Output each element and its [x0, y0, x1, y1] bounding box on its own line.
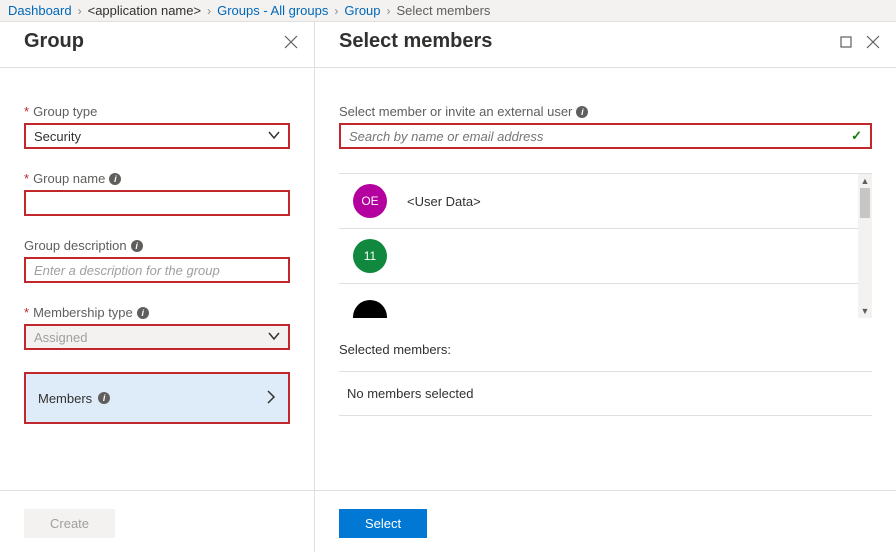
members-label: Members [38, 391, 92, 406]
avatar: 11 [353, 239, 387, 273]
info-icon[interactable]: i [131, 240, 143, 252]
member-name: <User Data> [407, 194, 481, 209]
membership-type-select[interactable]: Assigned [24, 324, 290, 350]
breadcrumb-groups[interactable]: Groups - All groups [217, 3, 328, 18]
breadcrumb-current: Select members [397, 3, 491, 18]
scroll-thumb[interactable] [860, 188, 870, 218]
membership-type-label: Membership type [33, 305, 133, 320]
group-description-input[interactable] [34, 263, 280, 278]
membership-type-value: Assigned [34, 330, 87, 345]
create-button[interactable]: Create [24, 509, 115, 538]
select-members-panel: Select members Select member or invite a… [315, 22, 896, 552]
group-name-input[interactable] [34, 196, 280, 211]
chevron-down-icon [268, 330, 280, 345]
info-icon[interactable]: i [109, 173, 121, 185]
search-label: Select member or invite an external user [339, 104, 572, 119]
group-type-value: Security [34, 129, 81, 144]
member-row[interactable]: 11 [339, 229, 872, 284]
info-icon: i [98, 392, 110, 404]
select-button[interactable]: Select [339, 509, 427, 538]
required-marker: * [24, 104, 29, 119]
member-row[interactable]: OE <User Data> [339, 174, 872, 229]
group-panel-title: Group [24, 30, 84, 53]
breadcrumb-app: <application name> [88, 3, 201, 18]
close-icon[interactable] [284, 35, 298, 49]
group-name-input-wrap [24, 190, 290, 216]
chevron-right-icon: › [387, 4, 391, 18]
group-panel: Group * Group type Security [0, 22, 315, 552]
group-panel-footer: Create [0, 490, 314, 552]
close-icon[interactable] [866, 35, 880, 49]
breadcrumb: Dashboard › <application name> › Groups … [0, 0, 896, 22]
maximize-icon[interactable] [840, 36, 852, 48]
select-members-title: Select members [339, 30, 492, 53]
breadcrumb-group[interactable]: Group [344, 3, 380, 18]
chevron-down-icon [268, 129, 280, 144]
membership-type-field: * Membership type i Assigned [24, 305, 290, 350]
scrollbar[interactable]: ▲ ▼ [858, 174, 872, 318]
chevron-right-icon: › [78, 4, 82, 18]
members-row[interactable]: Members i [24, 372, 290, 424]
member-search-input[interactable] [349, 129, 851, 144]
avatar: OE [353, 184, 387, 218]
avatar [353, 300, 387, 318]
group-type-label: Group type [33, 104, 97, 119]
group-description-label: Group description [24, 238, 127, 253]
group-name-field: * Group name i [24, 171, 290, 216]
check-icon: ✓ [851, 128, 862, 144]
no-members-text: No members selected [339, 371, 872, 416]
breadcrumb-dashboard[interactable]: Dashboard [8, 3, 72, 18]
chevron-right-icon: › [334, 4, 338, 18]
info-icon[interactable]: i [137, 307, 149, 319]
selected-members-label: Selected members: [339, 342, 872, 357]
group-name-label: Group name [33, 171, 105, 186]
group-type-select[interactable]: Security [24, 123, 290, 149]
required-marker: * [24, 305, 29, 320]
chevron-right-icon [266, 390, 276, 407]
group-type-field: * Group type Security [24, 104, 290, 149]
group-panel-header: Group [0, 22, 314, 68]
scroll-down-icon[interactable]: ▼ [858, 304, 872, 318]
info-icon[interactable]: i [576, 106, 588, 118]
member-row[interactable] [339, 284, 872, 318]
select-members-header: Select members [315, 22, 896, 68]
member-list: OE <User Data> 11 ▲ ▼ [339, 173, 872, 318]
group-description-field: Group description i [24, 238, 290, 283]
chevron-right-icon: › [207, 4, 211, 18]
scroll-up-icon[interactable]: ▲ [858, 174, 872, 188]
group-description-input-wrap [24, 257, 290, 283]
required-marker: * [24, 171, 29, 186]
member-search-wrap: ✓ [339, 123, 872, 149]
select-members-footer: Select [315, 490, 896, 552]
